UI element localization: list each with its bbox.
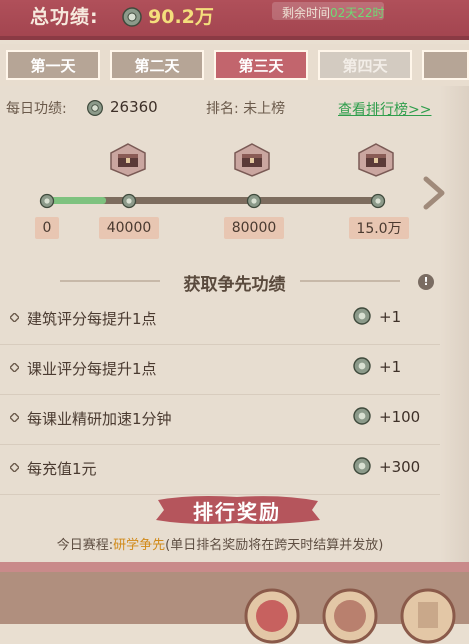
- diamond-bullet-icon: [10, 413, 19, 422]
- diamond-bullet-icon: [10, 313, 19, 322]
- tab-day-1[interactable]: 第一天: [6, 50, 100, 80]
- daily-merit-value: 26360: [110, 98, 158, 116]
- remaining-time: 剩余时间02天22时: [282, 4, 385, 21]
- progress-fill: [46, 197, 106, 204]
- section-title: 获取争先功绩: [183, 275, 286, 295]
- chest-icon[interactable]: [357, 142, 395, 178]
- merit-coin-icon: [353, 357, 371, 375]
- milestone-label: 80000: [224, 217, 284, 239]
- merit-coin-icon: [353, 307, 371, 325]
- ranking-reward-title[interactable]: 排行奖励: [152, 496, 322, 525]
- remaining-time-label: 剩余时间: [282, 6, 331, 20]
- task-value: +100: [379, 408, 421, 426]
- milestone-label: 0: [35, 217, 59, 239]
- task-value: +300: [379, 458, 421, 476]
- merit-coin-icon: [39, 193, 55, 209]
- tab-day-5-partial[interactable]: [422, 50, 469, 80]
- bottom-bar: [0, 572, 469, 624]
- merit-coin-icon: [122, 7, 142, 27]
- task-text: 每充值1元: [27, 460, 97, 478]
- diamond-bullet-icon: [10, 463, 19, 472]
- merit-coin-icon: [87, 100, 103, 116]
- info-icon[interactable]: !: [418, 274, 434, 290]
- total-merit-value: 90.2万: [148, 6, 214, 28]
- bottom-nav-button-icon[interactable]: [400, 588, 456, 644]
- task-text: 建筑评分每提升1点: [27, 310, 157, 328]
- bottom-nav-button-icon[interactable]: [322, 588, 378, 644]
- list-item: 建筑评分每提升1点 +1: [0, 294, 440, 345]
- merit-coin-icon: [246, 193, 262, 209]
- task-text: 每课业精研加速1分钟: [27, 410, 172, 428]
- bottom-nav-button-icon[interactable]: [244, 588, 300, 644]
- merit-coin-icon: [353, 457, 371, 475]
- chevron-right-icon[interactable]: [418, 176, 448, 210]
- chest-icon[interactable]: [109, 142, 147, 178]
- task-value: +1: [379, 358, 402, 376]
- milestone-label: 15.0万: [349, 217, 409, 239]
- panel-edge-shade: [440, 86, 469, 572]
- remaining-time-value: 02天22时: [330, 6, 385, 20]
- view-leaderboard-link[interactable]: 查看排行榜>>: [338, 99, 431, 119]
- tab-day-4[interactable]: 第四天: [318, 50, 412, 80]
- tab-day-3[interactable]: 第三天: [214, 50, 308, 80]
- tab-day-2[interactable]: 第二天: [110, 50, 204, 80]
- task-value: +1: [379, 308, 402, 326]
- milestone-label: 40000: [99, 217, 159, 239]
- daily-merit-label: 每日功绩:: [6, 101, 67, 117]
- rank-status: 排名: 未上榜: [206, 101, 286, 117]
- schedule-note: 今日赛程:研学争先(单日排名奖励将在跨天时结算并发放): [0, 534, 440, 553]
- schedule-note-highlight: 研学争先: [113, 538, 166, 553]
- chest-icon[interactable]: [233, 142, 271, 178]
- day-tabs: 第一天 第二天 第三天 第四天: [0, 44, 469, 86]
- task-text: 课业评分每提升1点: [27, 360, 157, 378]
- diamond-bullet-icon: [10, 363, 19, 372]
- list-item: 每课业精研加速1分钟 +100: [0, 394, 440, 445]
- merit-coin-icon: [370, 193, 386, 209]
- merit-coin-icon: [353, 407, 371, 425]
- total-merit-label: 总功绩:: [30, 6, 99, 28]
- merit-coin-icon: [121, 193, 137, 209]
- schedule-note-prefix: 今日赛程:: [56, 538, 114, 553]
- schedule-note-suffix: (单日排名奖励将在跨天时结算并发放): [165, 538, 384, 553]
- list-item: 课业评分每提升1点 +1: [0, 344, 440, 395]
- list-item: 每充值1元 +300: [0, 444, 440, 495]
